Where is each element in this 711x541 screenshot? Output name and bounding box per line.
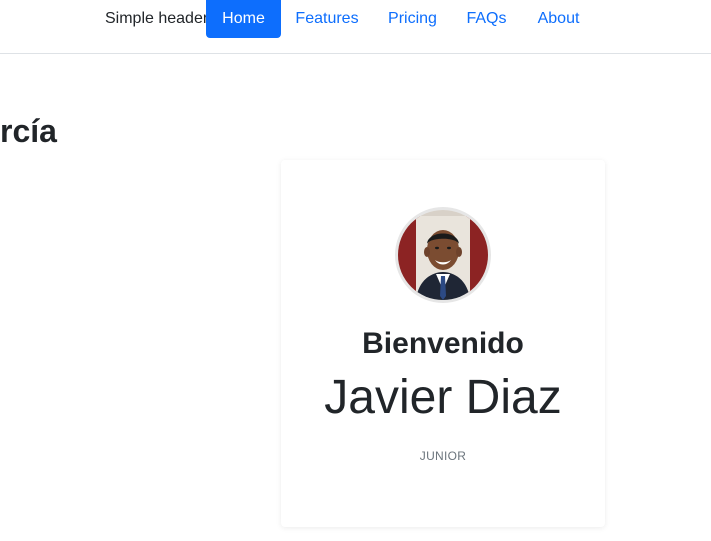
user-role: JUNIOR	[419, 449, 467, 463]
page: Simple header Home Features Pricing FAQs…	[0, 0, 711, 541]
user-name: Javier Diaz	[324, 371, 562, 424]
nav-item-faqs[interactable]: FAQs	[459, 0, 514, 38]
nav-item-home[interactable]: Home	[206, 0, 281, 38]
user-avatar-photo-icon	[398, 210, 488, 300]
profile-card: Bienvenido Javier Diaz JUNIOR	[281, 160, 605, 527]
welcome-heading: Bienvenido	[362, 327, 524, 360]
nav-item-features[interactable]: Features	[287, 0, 367, 38]
navbar: Simple header Home Features Pricing FAQs…	[0, 0, 711, 54]
page-heading: rcía	[0, 113, 57, 149]
nav-item-pricing[interactable]: Pricing	[379, 0, 446, 38]
nav-item-about[interactable]: About	[527, 0, 590, 38]
avatar	[395, 207, 491, 303]
navbar-brand[interactable]: Simple header	[105, 9, 208, 29]
